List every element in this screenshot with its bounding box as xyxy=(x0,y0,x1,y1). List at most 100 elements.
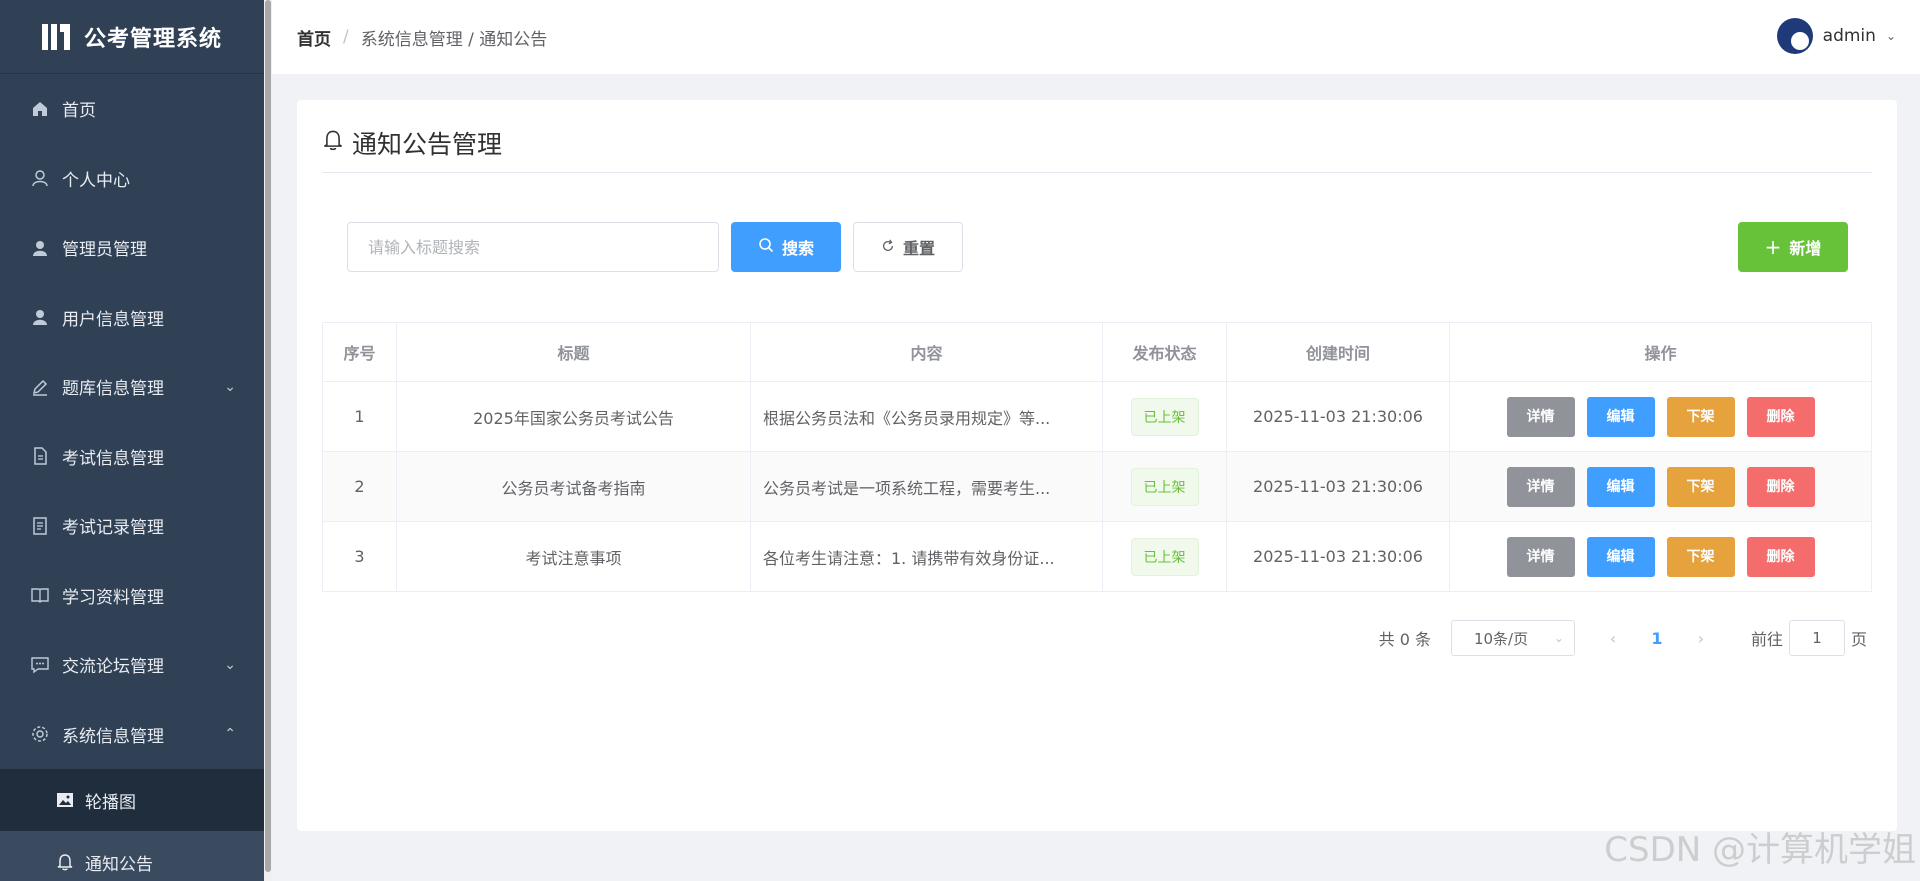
page-goto: 前往 页 xyxy=(1751,620,1867,656)
sidebar-item-question-bank[interactable]: 题库信息管理 ⌄ xyxy=(0,352,264,422)
sidebar-item-label: 系统信息管理 xyxy=(62,726,164,747)
next-page-button[interactable]: › xyxy=(1681,629,1721,648)
breadcrumb: 首页 / 系统信息管理 / 通知公告 xyxy=(297,25,547,50)
user-outline-icon xyxy=(30,168,50,188)
delete-button[interactable]: 删除 xyxy=(1746,396,1815,437)
goto-suffix: 页 xyxy=(1850,630,1867,649)
sidebar-item-system[interactable]: 系统信息管理 ⌃ xyxy=(0,700,264,770)
sidebar-item-notices[interactable]: 通知公告 xyxy=(0,831,264,881)
user-icon xyxy=(30,307,50,327)
sidebar-item-materials[interactable]: 学习资料管理 xyxy=(0,561,264,631)
breadcrumb-home[interactable]: 首页 xyxy=(297,25,331,50)
status-badge: 已上架 xyxy=(1130,467,1199,506)
user-icon xyxy=(30,238,50,258)
pagination: 共 0 条 10条/页 ⌄ ‹ 1 › 前往 页 xyxy=(1379,620,1867,656)
col-header-content: 内容 xyxy=(750,322,1103,382)
page-size-select[interactable]: 10条/页 ⌄ xyxy=(1450,620,1575,656)
chat-icon xyxy=(30,655,50,675)
add-button-label: 新增 xyxy=(1789,239,1822,258)
sidebar-item-profile[interactable]: 个人中心 xyxy=(0,144,264,214)
avatar xyxy=(1776,18,1813,54)
sidebar-item-label: 管理员管理 xyxy=(62,240,147,261)
notes-icon xyxy=(30,516,50,536)
cell-status: 已上架 xyxy=(1102,521,1227,592)
page-title-text: 通知公告管理 xyxy=(352,130,503,159)
cell-actions: 详情 编辑 下架 删除 xyxy=(1449,381,1872,452)
delete-button[interactable]: 删除 xyxy=(1746,536,1815,577)
sidebar-item-exams[interactable]: 考试信息管理 xyxy=(0,422,264,492)
add-button[interactable]: + 新增 xyxy=(1738,222,1848,272)
sidebar-item-label: 考试信息管理 xyxy=(62,448,164,469)
page-size-value: 10条/页 xyxy=(1473,629,1529,648)
bell-icon xyxy=(55,852,75,872)
col-header-title: 标题 xyxy=(396,322,751,382)
app-logo[interactable]: 公考管理系统 xyxy=(0,0,264,74)
book-icon xyxy=(30,585,50,605)
cell-title: 2025年国家公务员考试公告 xyxy=(396,381,751,452)
sidebar-item-label: 考试记录管理 xyxy=(62,518,164,539)
goto-label: 前往 xyxy=(1750,630,1783,649)
home-icon xyxy=(30,99,50,119)
delete-button[interactable]: 删除 xyxy=(1746,466,1815,507)
breadcrumb-path: 系统信息管理 / 通知公告 xyxy=(360,29,548,50)
edit-icon xyxy=(30,377,50,397)
search-input[interactable] xyxy=(347,222,719,272)
prev-page-button[interactable]: ‹ xyxy=(1593,629,1633,648)
detail-button[interactable]: 详情 xyxy=(1506,396,1575,437)
watermark: CSDN @计算机学姐 xyxy=(1604,830,1916,870)
pagination-total: 共 0 条 xyxy=(1378,630,1431,649)
refresh-icon xyxy=(881,238,895,257)
cell-no: 1 xyxy=(322,381,397,452)
cell-actions: 详情 编辑 下架 删除 xyxy=(1449,451,1872,522)
goto-page-input[interactable] xyxy=(1788,620,1845,656)
page-number-current[interactable]: 1 xyxy=(1633,629,1681,648)
cell-created: 2025-11-03 21:30:06 xyxy=(1226,381,1450,452)
col-header-actions: 操作 xyxy=(1449,322,1872,382)
sidebar-item-label: 首页 xyxy=(62,101,96,122)
search-button-label: 搜索 xyxy=(781,239,814,258)
status-badge: 已上架 xyxy=(1130,397,1199,436)
sidebar-item-exam-records[interactable]: 考试记录管理 xyxy=(0,491,264,561)
unpublish-button[interactable]: 下架 xyxy=(1666,396,1735,437)
system-submenu: 轮播图 通知公告 xyxy=(0,769,264,881)
cell-actions: 详情 编辑 下架 删除 xyxy=(1449,521,1872,592)
unpublish-button[interactable]: 下架 xyxy=(1666,536,1735,577)
sidebar-item-home[interactable]: 首页 xyxy=(0,74,264,144)
user-menu[interactable]: admin ⌄ xyxy=(1776,18,1896,54)
detail-button[interactable]: 详情 xyxy=(1506,466,1575,507)
unpublish-button[interactable]: 下架 xyxy=(1666,466,1735,507)
cell-status: 已上架 xyxy=(1102,381,1227,452)
scrollbar-thumb[interactable] xyxy=(265,0,271,872)
sidebar-scrollbar[interactable] xyxy=(264,0,272,881)
sidebar-item-label: 用户信息管理 xyxy=(62,309,164,330)
col-header-no: 序号 xyxy=(322,322,397,382)
sidebar-item-label: 交流论坛管理 xyxy=(62,657,164,678)
search-button[interactable]: 搜索 xyxy=(731,222,841,272)
edit-button[interactable]: 编辑 xyxy=(1586,536,1655,577)
search-icon xyxy=(758,237,774,257)
card-header: 通知公告管理 xyxy=(322,125,1872,173)
main-card: 通知公告管理 搜索 重置 + 新增 序号 标题 内容 发布状态 xyxy=(297,100,1897,831)
detail-button[interactable]: 详情 xyxy=(1506,536,1575,577)
cell-no: 2 xyxy=(322,451,397,522)
sidebar-item-label: 通知公告 xyxy=(85,854,153,875)
reset-button[interactable]: 重置 xyxy=(853,222,963,272)
table-row: 3 考试注意事项 各位考生请注意：1. 请携带有效身份证... 已上架 2025… xyxy=(322,521,1872,592)
edit-button[interactable]: 编辑 xyxy=(1586,466,1655,507)
notices-table: 序号 标题 内容 发布状态 创建时间 操作 1 2025年国家公务员考试公告 根… xyxy=(322,322,1872,592)
sidebar-item-forum[interactable]: 交流论坛管理 ⌄ xyxy=(0,630,264,700)
cell-content: 公务员考试是一项系统工程，需要考生... xyxy=(750,451,1103,522)
table-header-row: 序号 标题 内容 发布状态 创建时间 操作 xyxy=(322,322,1872,382)
sidebar-item-admin[interactable]: 管理员管理 xyxy=(0,213,264,283)
gear-icon xyxy=(30,724,50,744)
image-icon xyxy=(55,790,75,810)
cell-status: 已上架 xyxy=(1102,451,1227,522)
toolbar: 搜索 重置 + 新增 xyxy=(347,222,1872,272)
edit-button[interactable]: 编辑 xyxy=(1586,396,1655,437)
chevron-down-icon: ⌄ xyxy=(224,656,236,673)
cell-content: 根据公务员法和《公务员录用规定》等... xyxy=(750,381,1103,452)
page-title: 通知公告管理 xyxy=(322,125,502,161)
sidebar-item-users[interactable]: 用户信息管理 xyxy=(0,283,264,353)
col-header-status: 发布状态 xyxy=(1102,322,1227,382)
sidebar-item-carousel[interactable]: 轮播图 xyxy=(0,769,264,831)
